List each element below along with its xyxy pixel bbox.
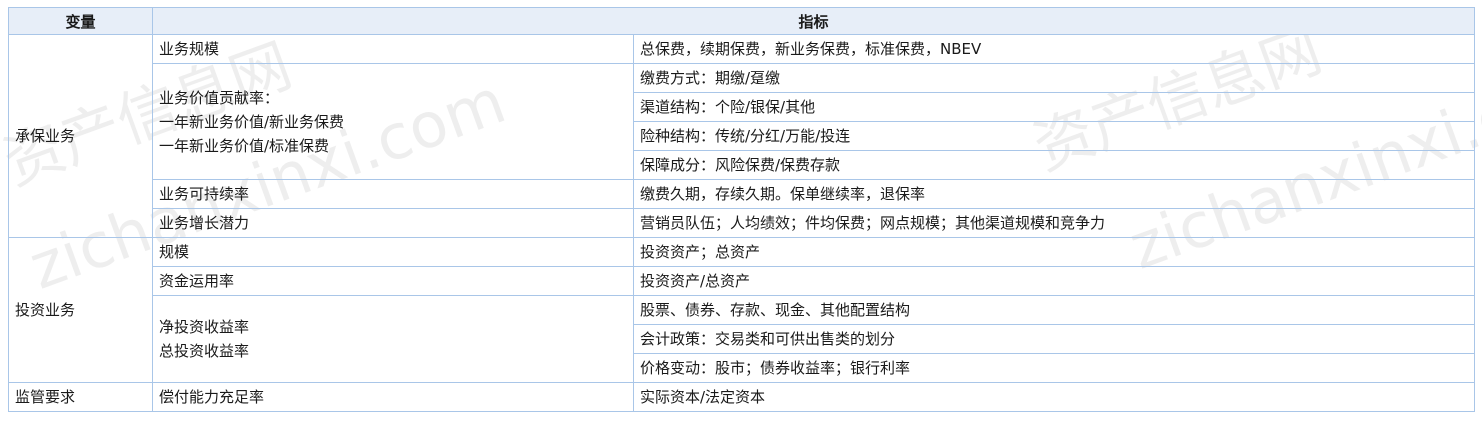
table-row: 投资业务 规模 投资资产；总资产 <box>8 237 1476 383</box>
group-underwriting: 承保业务 <box>8 34 153 238</box>
table-row: 业务可持续率 缴费久期，存续久期。保单继续率，退保率 <box>9 179 1476 209</box>
table-row: 业务增长潜力 营销员队伍；人均绩效；件均保费；网点规模；其他渠道规模和竞争力 <box>9 208 1476 238</box>
indicator-cell: 保障成分：风险保费/保费存款 <box>632 150 1476 180</box>
indicator-table-container: 变量 指标 承保业务 业务规模 总保费，续期保费，新业务保费，标准保费，NBEV… <box>8 7 1476 412</box>
header-variable: 变量 <box>8 7 153 35</box>
variable-cell: 业务增长潜力 <box>152 208 634 238</box>
table-row: 资金运用率 投资资产/总资产 <box>9 266 1476 296</box>
variable-line: 一年新业务价值/标准保费 <box>159 136 330 155</box>
variable-cell: 规模 <box>152 237 634 267</box>
variable-cell: 业务可持续率 <box>152 179 634 209</box>
variable-line: 总投资收益率 <box>159 342 250 360</box>
indicator-cell: 实际资本/法定资本 <box>632 382 1476 412</box>
variable-cell: 业务价值贡献率： 一年新业务价值/新业务保费 一年新业务价值/标准保费 <box>152 63 634 180</box>
indicator-cell: 缴费久期，存续久期。保单继续率，退保率 <box>632 179 1476 209</box>
indicator-cell: 缴费方式：期缴/趸缴 <box>632 63 1476 93</box>
variable-cell: 资金运用率 <box>152 266 634 296</box>
variable-cell: 偿付能力充足率 <box>152 382 634 412</box>
variable-line: 业务价值贡献率： <box>159 88 280 107</box>
variable-line: 净投资收益率 <box>159 318 250 336</box>
header-indicator: 指标 <box>151 7 1476 35</box>
variable-cell: 净投资收益率 总投资收益率 <box>152 295 634 383</box>
table-header-row: 变量 指标 <box>8 7 1476 35</box>
group-investment: 投资业务 <box>8 237 153 383</box>
table-row: 净投资收益率 总投资收益率 股票、债券、存款、现金、其他配置结构 <box>9 295 1476 383</box>
table-row: 监管要求 偿付能力充足率 实际资本/法定资本 <box>8 382 1476 412</box>
indicator-cell: 价格变动：股市；债券收益率；银行利率 <box>632 353 1476 383</box>
indicator-cell: 投资资产/总资产 <box>632 266 1476 296</box>
indicator-cell: 渠道结构：个险/银保/其他 <box>632 92 1476 122</box>
indicator-cell: 会计政策：交易类和可供出售类的划分 <box>632 324 1476 354</box>
table-row: 承保业务 业务规模 总保费，续期保费，新业务保费，标准保费，NBEV <box>8 34 1476 238</box>
indicator-table: 变量 指标 承保业务 业务规模 总保费，续期保费，新业务保费，标准保费，NBEV… <box>8 7 1476 412</box>
variable-line: 一年新业务价值/新业务保费 <box>159 112 345 131</box>
group-regulatory: 监管要求 <box>8 382 153 412</box>
indicator-cell: 投资资产；总资产 <box>632 237 1476 267</box>
variable-cell: 业务规模 <box>152 34 634 64</box>
indicator-cell: 险种结构：传统/分红/万能/投连 <box>632 121 1476 151</box>
indicator-cell: 股票、债券、存款、现金、其他配置结构 <box>632 295 1476 325</box>
table-row: 业务价值贡献率： 一年新业务价值/新业务保费 一年新业务价值/标准保费 缴费方式… <box>9 63 1476 180</box>
indicator-cell: 营销员队伍；人均绩效；件均保费；网点规模；其他渠道规模和竞争力 <box>632 208 1476 238</box>
indicator-cell: 总保费，续期保费，新业务保费，标准保费，NBEV <box>632 34 1476 64</box>
